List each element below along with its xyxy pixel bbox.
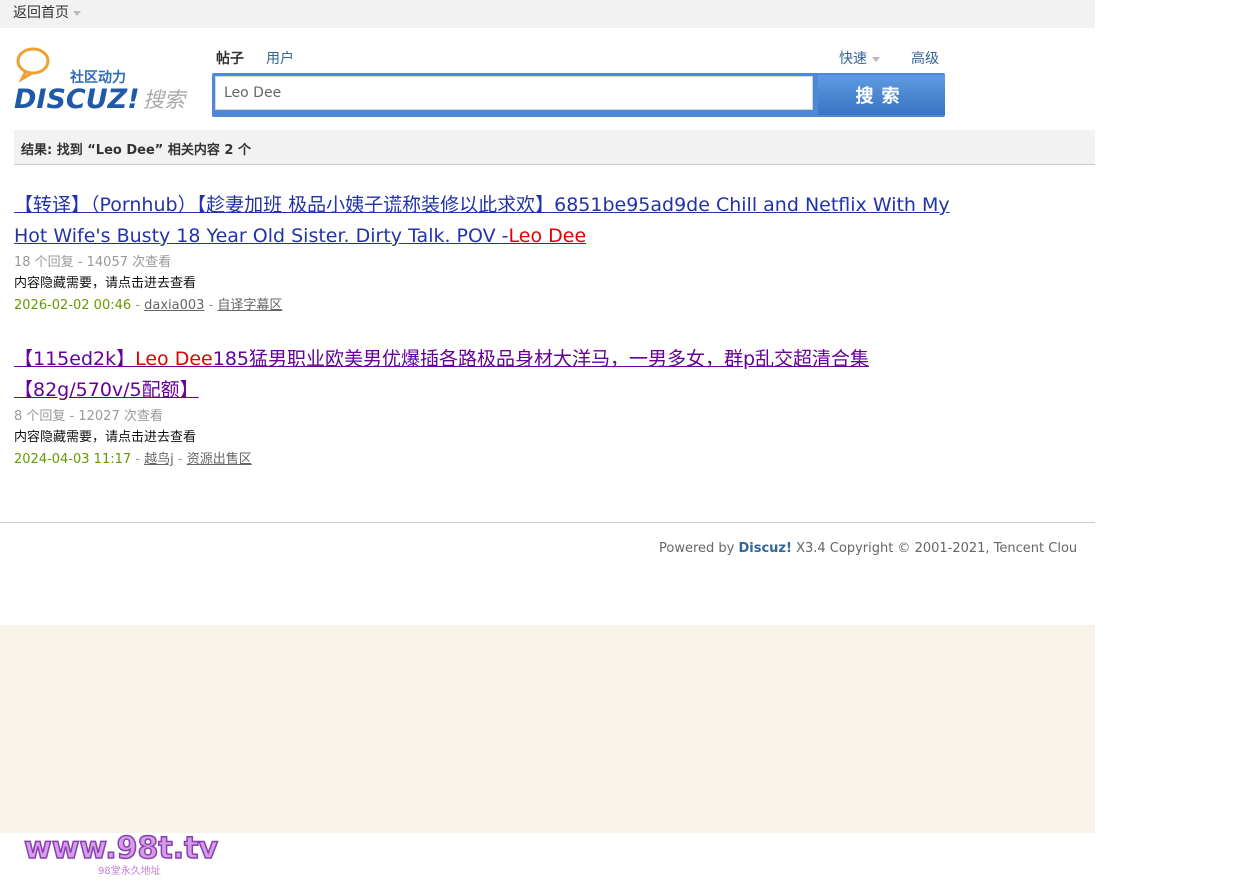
author-link[interactable]: 越鸟j [144, 452, 174, 467]
list-item: 【转译】（Pornhub）【趁妻加班 极品小姨子谎称装修以此求欢】6851be9… [14, 190, 974, 317]
logo-graphic: 社区动力 DISCUZ! 搜索 [14, 47, 188, 115]
result-title-text: 【115ed2k】 [14, 348, 136, 370]
discuz-link[interactable]: Discuz! [738, 541, 791, 556]
result-title-text: 【转译】（Pornhub）【趁妻加班 极品小姨子谎称装修以此求欢】6851be9… [14, 194, 950, 216]
chevron-down-icon [872, 56, 880, 62]
result-stats: 8 个回复 - 12027 次查看 [14, 409, 163, 424]
author-link[interactable]: daxia003 [144, 298, 204, 313]
site-watermark-logo: www.98t.tv 98堂永久地址 [23, 830, 219, 877]
chevron-down-icon [73, 10, 81, 16]
result-stats: 18 个回复 - 14057 次查看 [14, 255, 172, 270]
post-date: 2026-02-02 00:46 [14, 298, 132, 313]
result-summary: 结果: 找到 “Leo Dee” 相关内容 2 个 [21, 143, 251, 158]
tab-posts[interactable]: 帖子 [216, 51, 244, 67]
forum-link[interactable]: 资源出售区 [187, 452, 252, 467]
background-texture [0, 625, 1095, 833]
home-label: 返回首页 [13, 5, 69, 21]
keyword-highlight: Leo Dee [508, 225, 587, 247]
top-bar: 返回首页 [0, 0, 1095, 28]
logo-suffix: 搜索 [143, 88, 188, 112]
powered-version: X3.4 Copyright © 2001-2021, Tencent Clou [791, 541, 1078, 556]
result-footer: 2024-04-03 11:17 - 越鸟j - 资源出售区 [14, 452, 252, 467]
discuz-search-logo[interactable]: 社区动力 DISCUZ! 搜索 [14, 46, 189, 116]
logo-brand: DISCUZ! [14, 84, 140, 115]
list-item: 【115ed2k】Leo Dee185猛男职业欧美男优爆插各路极品身材大洋马，一… [14, 344, 974, 471]
search-input[interactable] [215, 76, 813, 110]
result-title-link[interactable]: 【转译】（Pornhub）【趁妻加班 极品小姨子谎称装修以此求欢】6851be9… [14, 190, 974, 252]
result-description: 内容隐藏需要，请点击进去查看 [14, 276, 197, 291]
footer-divider [0, 522, 1095, 523]
forum-link[interactable]: 自译字幕区 [217, 298, 282, 313]
result-title-text: 185猛男职业欧美男优爆插各路极品身材大洋马，一男多女，群p乱交超清合集 [212, 348, 870, 370]
result-title-text: 【82g/570v/5配额】 [14, 379, 199, 401]
result-title-text: Hot Wife's Busty 18 Year Old Sister. Dir… [14, 225, 509, 247]
result-title-link[interactable]: 【115ed2k】Leo Dee185猛男职业欧美男优爆插各路极品身材大洋马，一… [14, 344, 974, 406]
advanced-search-link[interactable]: 高级 [911, 48, 939, 68]
quick-search-dropdown[interactable]: 快速 [839, 48, 880, 68]
post-date: 2024-04-03 11:17 [14, 452, 132, 467]
result-description: 内容隐藏需要，请点击进去查看 [14, 430, 197, 445]
tab-users[interactable]: 用户 [266, 51, 294, 67]
quick-label: 快速 [839, 51, 867, 67]
search-button[interactable]: 搜索 [818, 75, 945, 115]
page: 返回首页 社区动力 DISCUZ! 搜索 帖子 用户 快速 高级 搜索 结果: 找… [0, 0, 1095, 884]
powered-by: Powered by Discuz! X3.4 Copyright © 2001… [659, 541, 1077, 556]
watermark-text: www.98t.tv [24, 831, 218, 866]
keyword-highlight: Leo Dee [135, 348, 213, 370]
result-footer: 2026-02-02 00:46 - daxia003 - 自译字幕区 [14, 298, 283, 313]
home-link[interactable]: 返回首页 [13, 2, 81, 22]
powered-prefix: Powered by [659, 541, 739, 556]
watermark-subtext: 98堂永久地址 [98, 864, 161, 877]
search-box: 搜索 [212, 73, 945, 117]
result-summary-bar: 结果: 找到 “Leo Dee” 相关内容 2 个 [14, 130, 1095, 165]
search-type-tabs: 帖子 用户 [216, 48, 316, 68]
